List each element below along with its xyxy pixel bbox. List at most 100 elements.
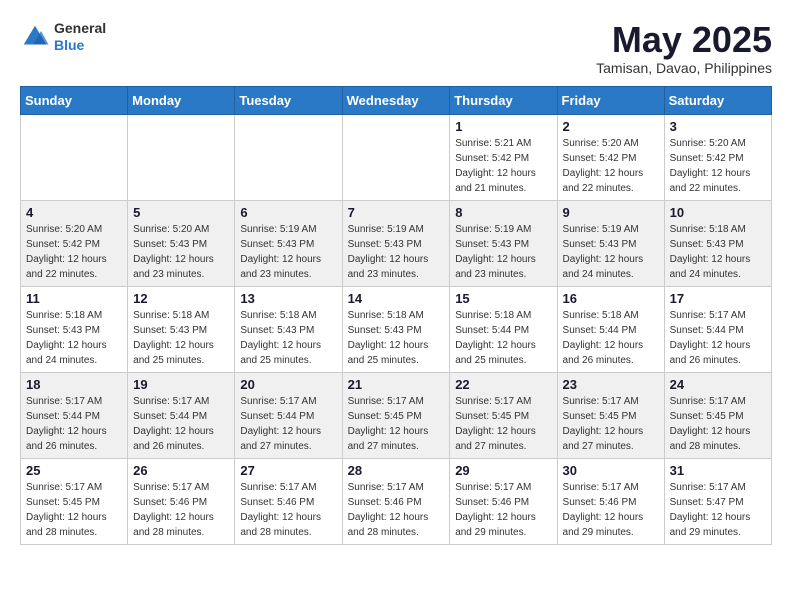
calendar-cell: 2 Sunrise: 5:20 AM Sunset: 5:42 PM Daylig…	[557, 114, 664, 200]
calendar-cell: 22 Sunrise: 5:17 AM Sunset: 5:45 PM Dayli…	[450, 372, 557, 458]
column-header-sunday: Sunday	[21, 86, 128, 114]
day-info: Sunrise: 5:17 AM Sunset: 5:44 PM Dayligh…	[26, 394, 122, 454]
day-number: 20	[240, 377, 336, 392]
logo-text: General Blue	[54, 20, 106, 54]
day-info: Sunrise: 5:17 AM Sunset: 5:46 PM Dayligh…	[240, 480, 336, 540]
day-info: Sunrise: 5:19 AM Sunset: 5:43 PM Dayligh…	[348, 222, 445, 282]
calendar-cell: 19 Sunrise: 5:17 AM Sunset: 5:44 PM Dayli…	[128, 372, 235, 458]
calendar-week-row: 11 Sunrise: 5:18 AM Sunset: 5:43 PM Dayli…	[21, 286, 772, 372]
day-number: 31	[670, 463, 766, 478]
day-info: Sunrise: 5:18 AM Sunset: 5:43 PM Dayligh…	[670, 222, 766, 282]
day-info: Sunrise: 5:18 AM Sunset: 5:43 PM Dayligh…	[26, 308, 122, 368]
calendar-cell: 16 Sunrise: 5:18 AM Sunset: 5:44 PM Dayli…	[557, 286, 664, 372]
calendar-header-row: SundayMondayTuesdayWednesdayThursdayFrid…	[21, 86, 772, 114]
day-info: Sunrise: 5:17 AM Sunset: 5:45 PM Dayligh…	[670, 394, 766, 454]
day-info: Sunrise: 5:17 AM Sunset: 5:46 PM Dayligh…	[455, 480, 551, 540]
calendar-cell: 24 Sunrise: 5:17 AM Sunset: 5:45 PM Dayli…	[664, 372, 771, 458]
day-number: 5	[133, 205, 229, 220]
calendar-cell: 4Sunrise: 5:20 AM Sunset: 5:42 PM Daylig…	[21, 200, 128, 286]
day-number: 15	[455, 291, 551, 306]
day-info: Sunrise: 5:17 AM Sunset: 5:45 PM Dayligh…	[348, 394, 445, 454]
calendar-cell: 10Sunrise: 5:18 AM Sunset: 5:43 PM Dayli…	[664, 200, 771, 286]
page-header: General Blue May 2025 Tamisan, Davao, Ph…	[20, 20, 772, 76]
day-number: 2	[563, 119, 659, 134]
title-block: May 2025 Tamisan, Davao, Philippines	[596, 20, 772, 76]
calendar-cell: 14 Sunrise: 5:18 AM Sunset: 5:43 PM Dayli…	[342, 286, 450, 372]
day-number: 25	[26, 463, 122, 478]
day-number: 17	[670, 291, 766, 306]
calendar-week-row: 4Sunrise: 5:20 AM Sunset: 5:42 PM Daylig…	[21, 200, 772, 286]
day-info: Sunrise: 5:17 AM Sunset: 5:44 PM Dayligh…	[670, 308, 766, 368]
day-number: 9	[563, 205, 659, 220]
calendar-cell: 31Sunrise: 5:17 AM Sunset: 5:47 PM Dayli…	[664, 458, 771, 544]
day-number: 28	[348, 463, 445, 478]
day-info: Sunrise: 5:21 AM Sunset: 5:42 PM Dayligh…	[455, 136, 551, 196]
day-number: 11	[26, 291, 122, 306]
day-info: Sunrise: 5:17 AM Sunset: 5:46 PM Dayligh…	[133, 480, 229, 540]
calendar-cell: 17 Sunrise: 5:17 AM Sunset: 5:44 PM Dayli…	[664, 286, 771, 372]
logo-line1: General	[54, 20, 106, 37]
day-info: Sunrise: 5:17 AM Sunset: 5:45 PM Dayligh…	[455, 394, 551, 454]
logo-line2: Blue	[54, 37, 106, 54]
day-number: 30	[563, 463, 659, 478]
column-header-tuesday: Tuesday	[235, 86, 342, 114]
day-number: 26	[133, 463, 229, 478]
day-number: 3	[670, 119, 766, 134]
day-info: Sunrise: 5:20 AM Sunset: 5:42 PM Dayligh…	[563, 136, 659, 196]
calendar-cell: 8 Sunrise: 5:19 AM Sunset: 5:43 PM Daylig…	[450, 200, 557, 286]
day-info: Sunrise: 5:20 AM Sunset: 5:42 PM Dayligh…	[26, 222, 122, 282]
day-info: Sunrise: 5:17 AM Sunset: 5:44 PM Dayligh…	[133, 394, 229, 454]
day-number: 12	[133, 291, 229, 306]
month-title: May 2025	[596, 20, 772, 60]
day-number: 27	[240, 463, 336, 478]
calendar-cell: 7 Sunrise: 5:19 AM Sunset: 5:43 PM Daylig…	[342, 200, 450, 286]
day-info: Sunrise: 5:17 AM Sunset: 5:46 PM Dayligh…	[563, 480, 659, 540]
day-info: Sunrise: 5:19 AM Sunset: 5:43 PM Dayligh…	[563, 222, 659, 282]
calendar-cell	[21, 114, 128, 200]
day-number: 21	[348, 377, 445, 392]
day-number: 29	[455, 463, 551, 478]
column-header-thursday: Thursday	[450, 86, 557, 114]
day-number: 14	[348, 291, 445, 306]
day-number: 24	[670, 377, 766, 392]
day-number: 19	[133, 377, 229, 392]
logo-icon	[20, 22, 50, 52]
calendar-cell: 23Sunrise: 5:17 AM Sunset: 5:45 PM Dayli…	[557, 372, 664, 458]
day-info: Sunrise: 5:20 AM Sunset: 5:42 PM Dayligh…	[670, 136, 766, 196]
day-number: 13	[240, 291, 336, 306]
day-info: Sunrise: 5:17 AM Sunset: 5:45 PM Dayligh…	[563, 394, 659, 454]
day-info: Sunrise: 5:18 AM Sunset: 5:43 PM Dayligh…	[240, 308, 336, 368]
calendar-week-row: 18 Sunrise: 5:17 AM Sunset: 5:44 PM Dayli…	[21, 372, 772, 458]
calendar-cell: 27 Sunrise: 5:17 AM Sunset: 5:46 PM Dayli…	[235, 458, 342, 544]
calendar-cell: 3 Sunrise: 5:20 AM Sunset: 5:42 PM Daylig…	[664, 114, 771, 200]
calendar-cell: 15 Sunrise: 5:18 AM Sunset: 5:44 PM Dayli…	[450, 286, 557, 372]
calendar-cell: 26 Sunrise: 5:17 AM Sunset: 5:46 PM Dayli…	[128, 458, 235, 544]
column-header-monday: Monday	[128, 86, 235, 114]
calendar-week-row: 1Sunrise: 5:21 AM Sunset: 5:42 PM Daylig…	[21, 114, 772, 200]
day-info: Sunrise: 5:18 AM Sunset: 5:43 PM Dayligh…	[348, 308, 445, 368]
calendar-cell	[235, 114, 342, 200]
day-number: 8	[455, 205, 551, 220]
calendar-cell	[342, 114, 450, 200]
day-info: Sunrise: 5:19 AM Sunset: 5:43 PM Dayligh…	[455, 222, 551, 282]
calendar-cell: 6Sunrise: 5:19 AM Sunset: 5:43 PM Daylig…	[235, 200, 342, 286]
day-info: Sunrise: 5:17 AM Sunset: 5:45 PM Dayligh…	[26, 480, 122, 540]
calendar-cell: 21 Sunrise: 5:17 AM Sunset: 5:45 PM Dayli…	[342, 372, 450, 458]
day-number: 22	[455, 377, 551, 392]
day-number: 16	[563, 291, 659, 306]
calendar-cell: 30 Sunrise: 5:17 AM Sunset: 5:46 PM Dayli…	[557, 458, 664, 544]
logo: General Blue	[20, 20, 106, 54]
day-info: Sunrise: 5:18 AM Sunset: 5:44 PM Dayligh…	[455, 308, 551, 368]
day-info: Sunrise: 5:19 AM Sunset: 5:43 PM Dayligh…	[240, 222, 336, 282]
calendar-cell: 13 Sunrise: 5:18 AM Sunset: 5:43 PM Dayli…	[235, 286, 342, 372]
day-number: 7	[348, 205, 445, 220]
calendar-cell: 29 Sunrise: 5:17 AM Sunset: 5:46 PM Dayli…	[450, 458, 557, 544]
column-header-saturday: Saturday	[664, 86, 771, 114]
day-info: Sunrise: 5:18 AM Sunset: 5:44 PM Dayligh…	[563, 308, 659, 368]
day-info: Sunrise: 5:17 AM Sunset: 5:46 PM Dayligh…	[348, 480, 445, 540]
calendar-cell: 25 Sunrise: 5:17 AM Sunset: 5:45 PM Dayli…	[21, 458, 128, 544]
day-number: 18	[26, 377, 122, 392]
calendar-cell: 28 Sunrise: 5:17 AM Sunset: 5:46 PM Dayli…	[342, 458, 450, 544]
calendar-cell: 11 Sunrise: 5:18 AM Sunset: 5:43 PM Dayli…	[21, 286, 128, 372]
calendar-week-row: 25 Sunrise: 5:17 AM Sunset: 5:45 PM Dayli…	[21, 458, 772, 544]
